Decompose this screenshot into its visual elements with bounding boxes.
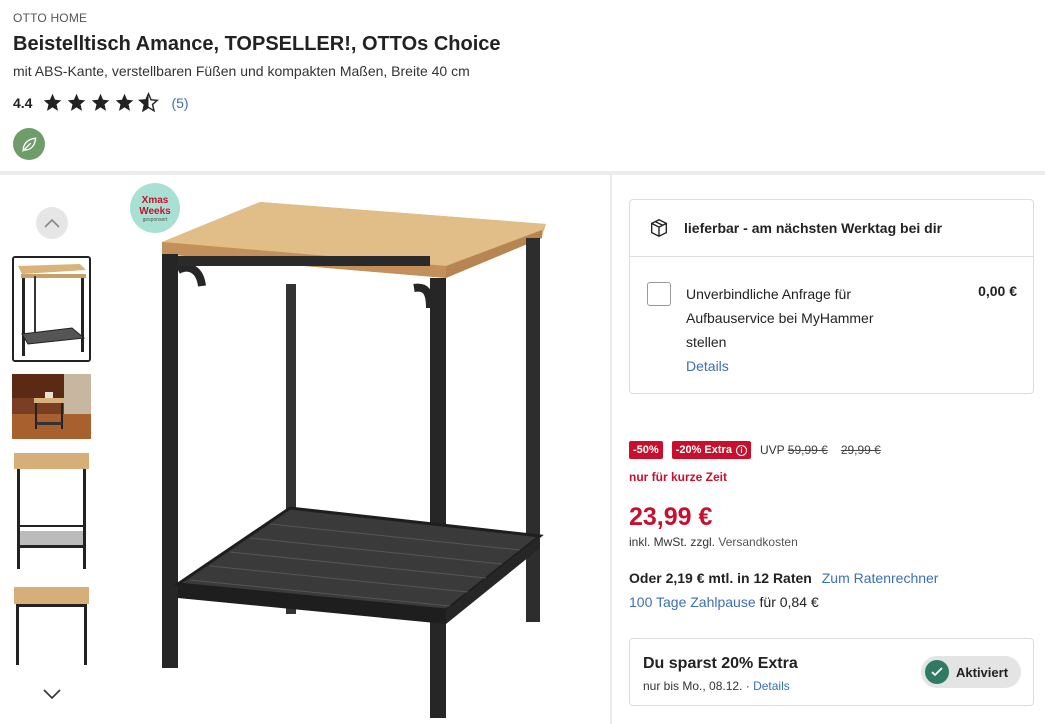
payment-pause-link[interactable]: 100 Tage Zahlpause [629, 594, 756, 610]
badge-line-2: Weeks [139, 206, 171, 217]
savings-details-link[interactable]: Details [753, 679, 790, 693]
tax-prefix: inkl. MwSt. zzgl. [629, 535, 716, 549]
savings-deadline: nur bis Mo., 08.12. [643, 679, 743, 693]
assembly-service-row: Unverbindliche Anfrage für Aufbauservice… [630, 257, 1033, 394]
thumbnail-4[interactable] [12, 585, 91, 665]
tax-info: inkl. MwSt. zzgl. Versandkosten [629, 535, 798, 549]
discount-badge: -50% [629, 441, 663, 459]
leaf-icon [22, 137, 37, 153]
thumbnail-image [12, 374, 91, 439]
assembly-service-text: Unverbindliche Anfrage für Aufbauservice… [686, 286, 874, 350]
thumbnail-image [14, 258, 89, 360]
thumbnail-3[interactable] [12, 451, 91, 571]
uvp-label: UVP [759, 443, 785, 457]
limited-time-label: nur für kurze Zeit [629, 470, 728, 484]
check-icon [925, 660, 949, 684]
assembly-service-price: 0,00 € [978, 283, 1017, 299]
product-subtitle: mit ABS-Kante, verstellbaren Füßen und k… [13, 63, 470, 79]
extra-savings-box: Du sparst 20% Extra nur bis Mo., 08.12. … [629, 638, 1034, 706]
half-star-icon [138, 92, 160, 113]
eco-badge[interactable] [13, 128, 45, 160]
rating-stars [42, 92, 160, 113]
thumbnail-scroll-down-button[interactable] [40, 684, 64, 704]
assembly-details-link[interactable]: Details [686, 354, 1017, 378]
star-icon [68, 93, 86, 111]
thumbnail-2[interactable] [12, 374, 91, 439]
thumbnail-scroll-up-button[interactable] [36, 207, 68, 239]
activated-label: Aktiviert [956, 664, 1009, 680]
activated-toggle[interactable]: Aktiviert [921, 656, 1021, 688]
current-price: 23,99 € [629, 503, 713, 531]
brand-name[interactable]: OTTO HOME [13, 11, 87, 25]
star-icon [44, 93, 62, 111]
product-title: Beistelltisch Amance, TOPSELLER!, OTTOs … [13, 33, 501, 55]
savings-subtitle: nur bis Mo., 08.12. · Details [643, 679, 790, 693]
delivery-box: lieferbar - am nächsten Werktag bei dir … [629, 199, 1034, 394]
delivery-status-row: lieferbar - am nächsten Werktag bei dir [630, 200, 1033, 257]
installment-calculator-link[interactable]: Zum Ratenrechner [822, 570, 939, 586]
chevron-down-icon [43, 689, 61, 700]
chevron-up-icon [44, 218, 60, 228]
main-product-image[interactable] [150, 190, 560, 724]
package-icon [650, 218, 668, 238]
payment-pause-info: 100 Tage Zahlpause für 0,84 € [629, 594, 819, 610]
uvp-value: 59,99 € [787, 443, 828, 457]
rating[interactable]: 4.4 (5) [13, 92, 189, 113]
delivery-status-text: lieferbar - am nächsten Werktag bei dir [684, 220, 943, 236]
payment-pause-fee: für 0,84 € [759, 594, 819, 610]
thumbnail-1[interactable] [12, 256, 91, 362]
info-icon: i [735, 444, 747, 456]
shipping-costs-link[interactable]: Versandkosten [718, 535, 797, 549]
side-table-image [162, 202, 546, 718]
thumbnail-image [12, 451, 91, 571]
section-divider [0, 171, 1045, 175]
star-icon [92, 93, 110, 111]
rating-count-link[interactable]: (5) [171, 95, 188, 111]
thumbnail-image [12, 585, 91, 665]
discount-badges: -50% -20% Extra i UVP 59,99 € 29,99 € [629, 441, 881, 459]
xmas-weeks-badge[interactable]: Xmas Weeks gesponsert [130, 183, 180, 233]
column-divider [610, 175, 612, 724]
assembly-service-checkbox[interactable] [647, 282, 671, 306]
old-price: 29,99 € [840, 443, 881, 457]
uvp-price: UVP 59,99 € [760, 443, 828, 457]
sponsored-label: gesponsert [142, 217, 168, 223]
rating-score: 4.4 [13, 94, 33, 111]
badge-line-1: Xmas [141, 195, 169, 206]
extra-discount-badge[interactable]: -20% Extra i [671, 441, 751, 459]
savings-title: Du sparst 20% Extra [643, 655, 798, 672]
star-icon [116, 93, 134, 111]
installment-text: Oder 2,19 € mtl. in 12 Raten [629, 570, 812, 586]
extra-discount-label: -20% Extra [675, 444, 732, 456]
installment-info: Oder 2,19 € mtl. in 12 Raten Zum Ratenre… [629, 570, 938, 586]
savings-separator: · [745, 679, 750, 693]
